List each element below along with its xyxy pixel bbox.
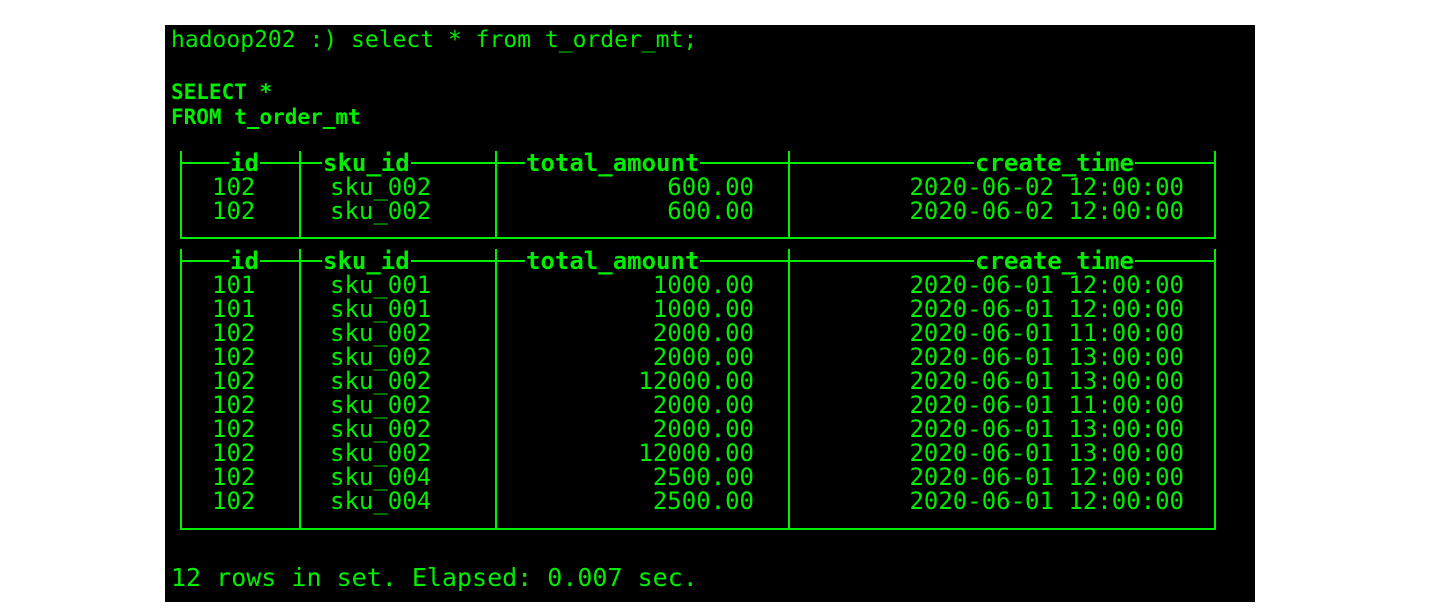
cell-sku-id: sku_002 (330, 439, 432, 467)
cell-sku-id: sku_002 (330, 415, 432, 443)
cell-id: 102 (212, 415, 256, 443)
cell-total-amount: 2000.00 (652, 343, 754, 371)
prompt-line: hadoop202 :) select * from t_order_mt; (171, 27, 698, 53)
cell-id: 102 (212, 343, 256, 371)
cell-create-time: 2020-06-01 13:00:00 (909, 415, 1184, 443)
cell-create-time: 2020-06-01 13:00:00 (909, 439, 1184, 467)
table-row: 102 sku_002 600.00 2020-06-02 12:00:00 (182, 175, 1214, 199)
cell-total-amount: 12000.00 (638, 439, 754, 467)
terminal-window[interactable]: hadoop202 :) select * from t_order_mt; S… (165, 25, 1255, 602)
cell-create-time: 2020-06-01 13:00:00 (909, 343, 1184, 371)
cell-total-amount: 600.00 (667, 197, 754, 225)
table-row: 102 sku_002 2000.00 2020-06-01 13:00:00 (182, 417, 1214, 441)
cell-total-amount: 12000.00 (638, 367, 754, 395)
cell-id: 101 (212, 271, 256, 299)
column-header-total-amount: total_amount (525, 247, 701, 275)
cell-id: 102 (212, 367, 256, 395)
table-row: 102 sku_002 12000.00 2020-06-01 13:00:00 (182, 441, 1214, 465)
column-header-id: id (229, 247, 260, 275)
cell-sku-id: sku_002 (330, 173, 432, 201)
table-row: 102 sku_004 2500.00 2020-06-01 12:00:00 (182, 489, 1214, 513)
cell-total-amount: 2500.00 (652, 487, 754, 515)
cell-id: 102 (212, 319, 256, 347)
cell-sku-id: sku_002 (330, 319, 432, 347)
cell-id: 102 (212, 173, 256, 201)
cell-total-amount: 1000.00 (652, 295, 754, 323)
cell-sku-id: sku_001 (330, 295, 432, 323)
column-header-total-amount: total_amount (525, 149, 701, 177)
table-row: 102 sku_002 12000.00 2020-06-01 13:00:00 (182, 369, 1214, 393)
table-row: 101 sku_001 1000.00 2020-06-01 12:00:00 (182, 297, 1214, 321)
table-header: id sku_id total_amount create_time (182, 151, 1214, 175)
status-footer: 12 rows in set. Elapsed: 0.007 sec. (171, 563, 698, 592)
table-row: 102 sku_002 2000.00 2020-06-01 11:00:00 (182, 321, 1214, 345)
cell-sku-id: sku_002 (330, 343, 432, 371)
cell-create-time: 2020-06-01 11:00:00 (909, 319, 1184, 347)
cell-total-amount: 2000.00 (652, 415, 754, 443)
result-table-1: id sku_id total_amount create_time 102 s… (180, 151, 1216, 239)
column-header-create-time: create_time (974, 149, 1135, 177)
cell-total-amount: 1000.00 (652, 271, 754, 299)
cell-sku-id: sku_001 (330, 271, 432, 299)
cell-id: 101 (212, 295, 256, 323)
cell-create-time: 2020-06-01 12:00:00 (909, 463, 1184, 491)
table-header: id sku_id total_amount create_time (182, 249, 1214, 273)
cell-sku-id: sku_004 (330, 463, 432, 491)
cell-sku-id: sku_004 (330, 487, 432, 515)
cell-create-time: 2020-06-01 11:00:00 (909, 391, 1184, 419)
cell-id: 102 (212, 391, 256, 419)
cell-total-amount: 2000.00 (652, 319, 754, 347)
result-table-2: id sku_id total_amount create_time 101 s… (180, 249, 1216, 530)
cell-create-time: 2020-06-02 12:00:00 (909, 173, 1184, 201)
cell-id: 102 (212, 439, 256, 467)
cell-create-time: 2020-06-01 13:00:00 (909, 367, 1184, 395)
table-row: 102 sku_002 2000.00 2020-06-01 11:00:00 (182, 393, 1214, 417)
cell-create-time: 2020-06-01 12:00:00 (909, 295, 1184, 323)
table-row: 102 sku_002 2000.00 2020-06-01 13:00:00 (182, 345, 1214, 369)
column-header-id: id (229, 149, 260, 177)
table-row: 101 sku_001 1000.00 2020-06-01 12:00:00 (182, 273, 1214, 297)
cell-sku-id: sku_002 (330, 367, 432, 395)
formatted-query-from: FROM t_order_mt (171, 105, 361, 129)
formatted-query-select: SELECT * (171, 80, 273, 104)
cell-create-time: 2020-06-01 12:00:00 (909, 487, 1184, 515)
cell-id: 102 (212, 197, 256, 225)
column-header-sku-id: sku_id (322, 149, 411, 177)
cell-create-time: 2020-06-02 12:00:00 (909, 197, 1184, 225)
cell-sku-id: sku_002 (330, 197, 432, 225)
column-header-create-time: create_time (974, 247, 1135, 275)
column-header-sku-id: sku_id (322, 247, 411, 275)
cell-create-time: 2020-06-01 12:00:00 (909, 271, 1184, 299)
cell-total-amount: 600.00 (667, 173, 754, 201)
cell-id: 102 (212, 463, 256, 491)
table-row: 102 sku_002 600.00 2020-06-02 12:00:00 (182, 199, 1214, 223)
cell-total-amount: 2000.00 (652, 391, 754, 419)
table-row: 102 sku_004 2500.00 2020-06-01 12:00:00 (182, 465, 1214, 489)
cell-sku-id: sku_002 (330, 391, 432, 419)
cell-total-amount: 2500.00 (652, 463, 754, 491)
cell-id: 102 (212, 487, 256, 515)
